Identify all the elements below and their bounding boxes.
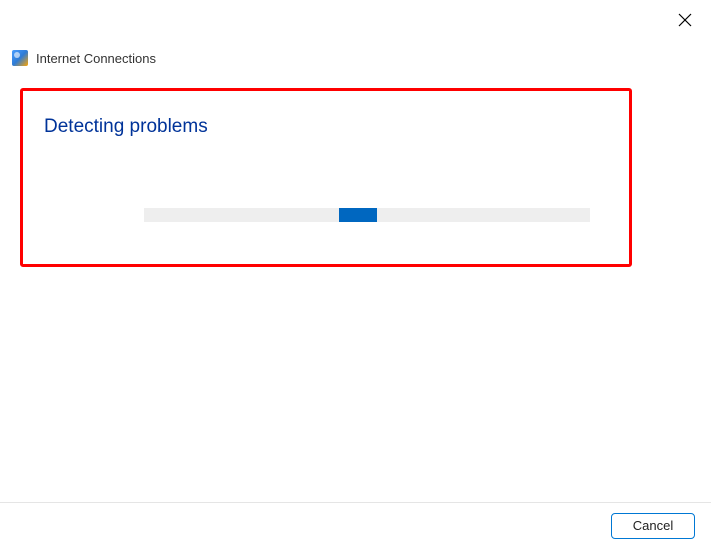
progress-bar — [144, 208, 590, 222]
cancel-button[interactable]: Cancel — [611, 513, 695, 539]
close-icon — [678, 13, 692, 27]
progress-indicator — [339, 208, 377, 222]
status-heading: Detecting problems — [44, 116, 208, 138]
close-button[interactable] — [677, 12, 693, 28]
troubleshooter-icon — [12, 50, 28, 66]
window-title: Internet Connections — [36, 51, 156, 66]
highlight-annotation — [20, 88, 632, 267]
window-header: Internet Connections — [12, 50, 156, 66]
footer: Cancel — [0, 502, 711, 548]
